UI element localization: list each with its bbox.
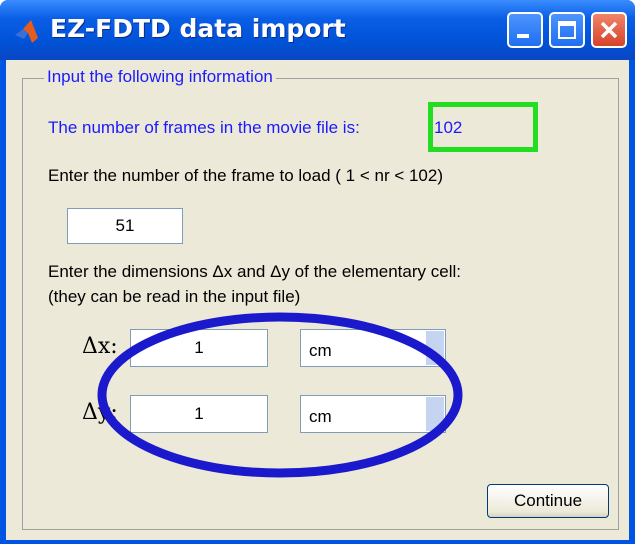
matlab-icon [15,20,38,43]
highlight-rectangle [428,102,538,152]
highlight-ellipse [97,312,463,478]
frames-count-label: The number of frames in the movie file i… [48,118,360,137]
dialog-window: EZ-FDTD data import Input the following … [0,0,635,544]
close-icon [600,21,618,39]
title-bar[interactable]: EZ-FDTD data import [0,0,635,60]
maximize-icon [558,21,576,39]
close-button[interactable] [591,12,627,48]
frame-number-prompt: Enter the number of the frame to load ( … [48,166,444,185]
groupbox-title: Input the following information [44,67,276,87]
window-title: EZ-FDTD data import [50,14,346,43]
continue-button[interactable]: Continue [487,484,609,518]
frame-number-input[interactable]: 51 [67,208,183,244]
minimize-icon [517,34,529,38]
maximize-button[interactable] [549,12,585,48]
dimensions-prompt-line1: Enter the dimensions Δx and Δy of the el… [48,262,461,281]
dimensions-prompt-line2: (they can be read in the input file) [48,287,301,306]
minimize-button[interactable] [507,12,543,48]
